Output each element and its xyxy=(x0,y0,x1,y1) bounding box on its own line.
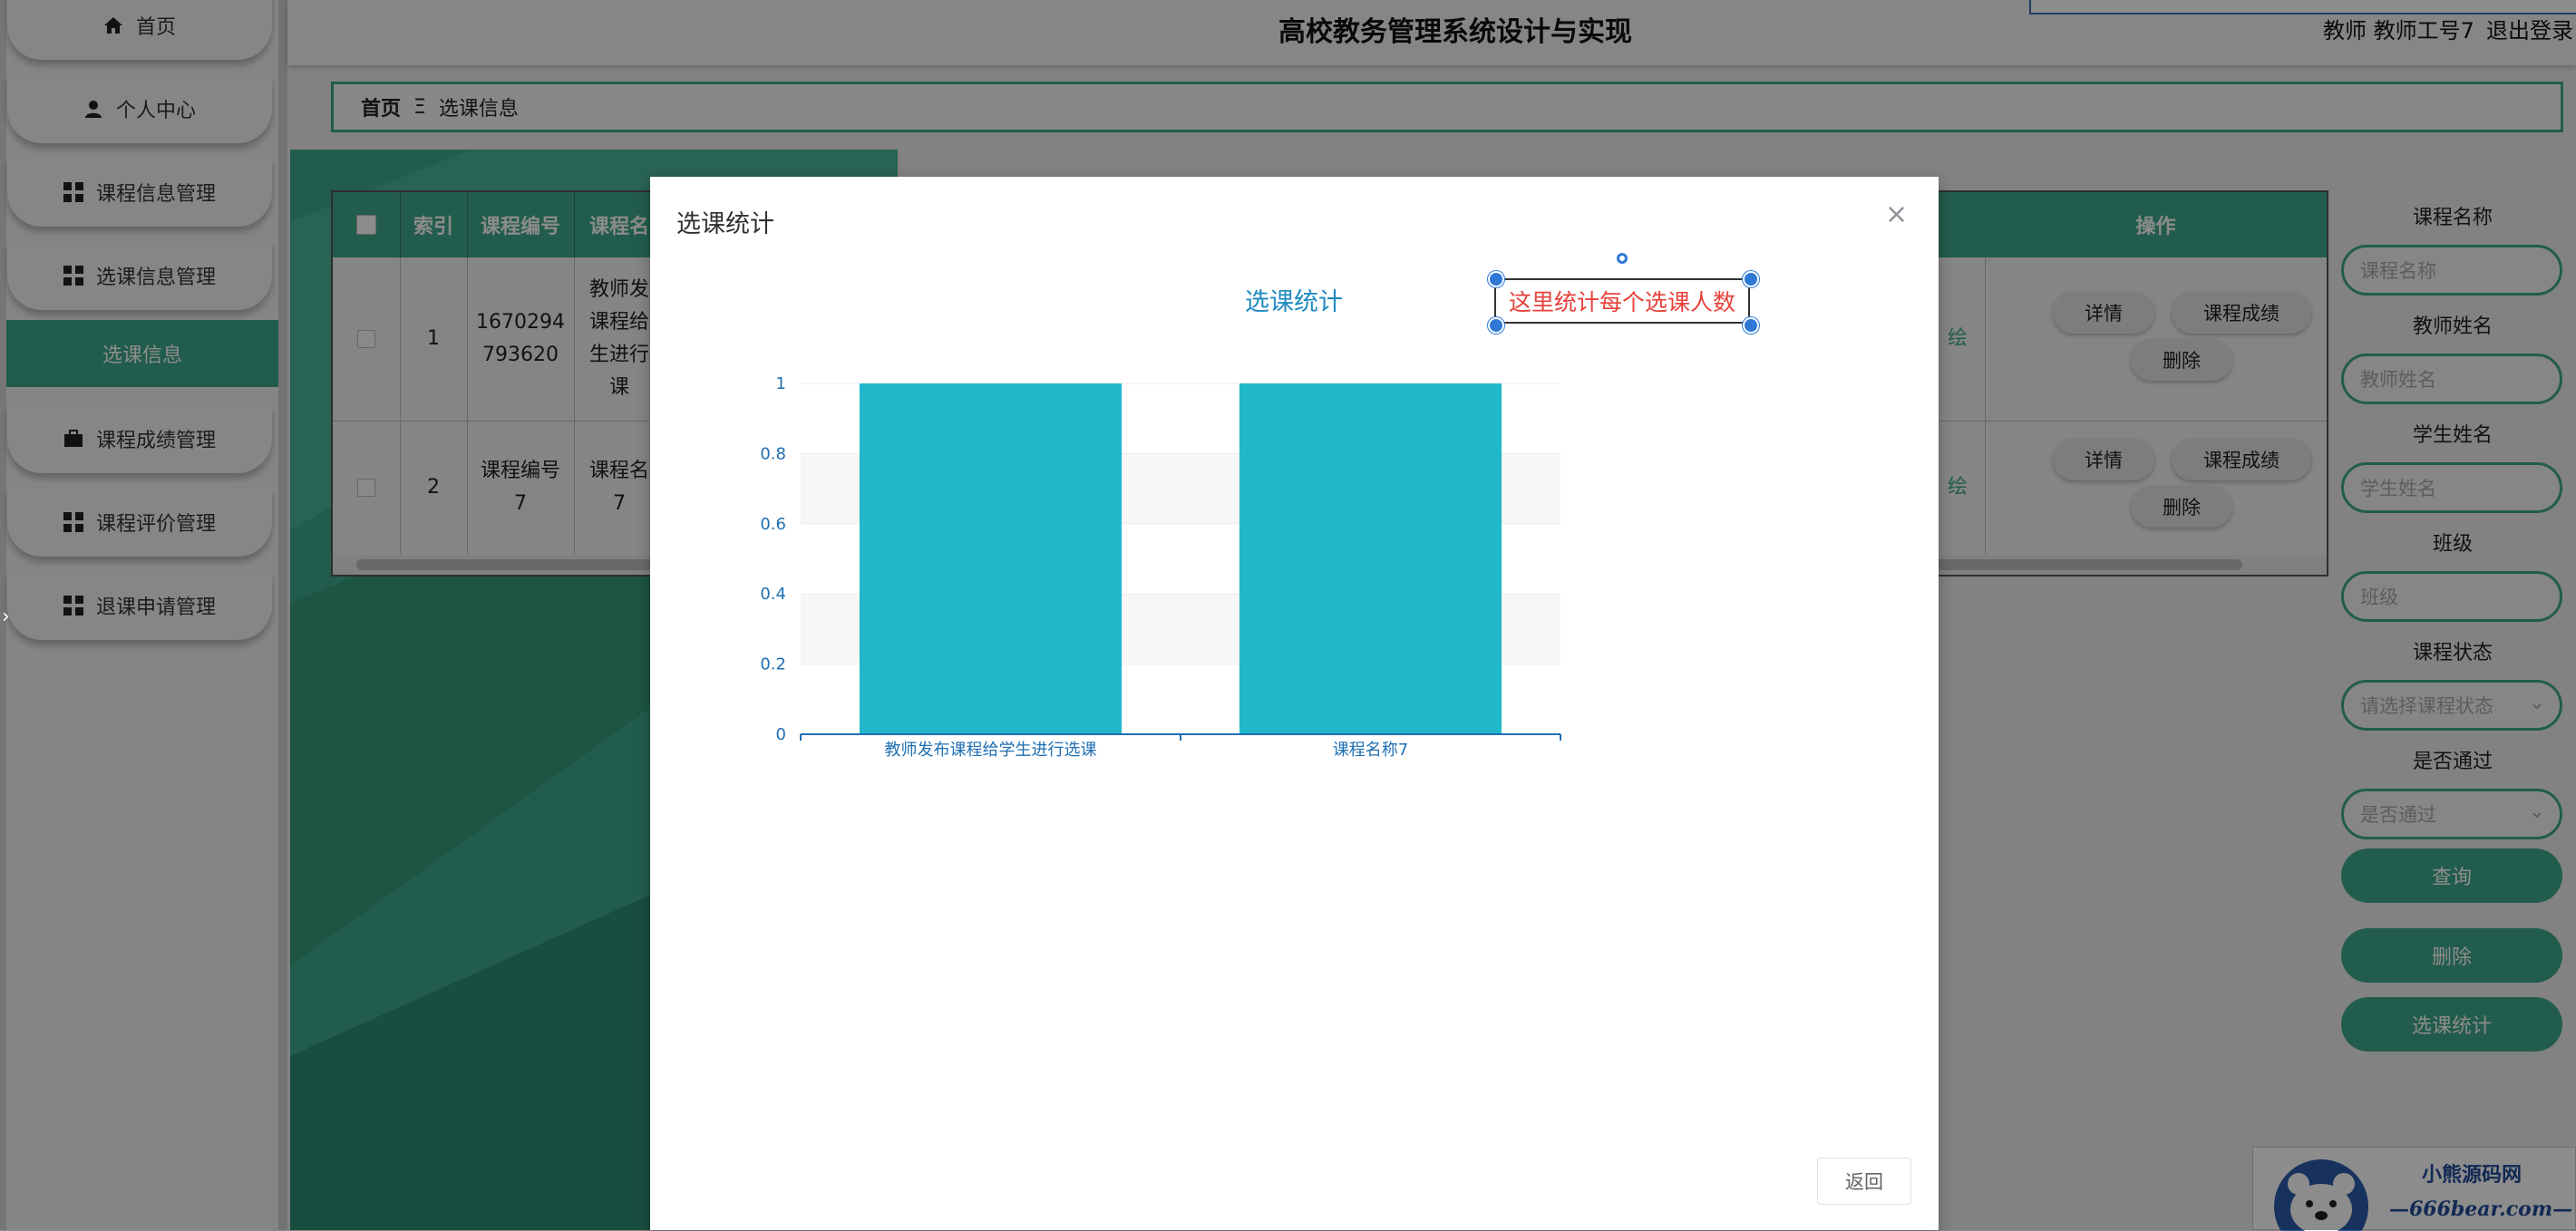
return-button[interactable]: 返回 xyxy=(1817,1158,1911,1205)
stats-dialog: 选课统计 × 0 0.2 0.4 0.6 0.8 1 教师发布课程给学生进行选课 课程名称7 … xyxy=(650,177,1939,1230)
resize-handle-bottom-left[interactable] xyxy=(1488,317,1504,334)
chart-bars xyxy=(859,383,1502,734)
bar xyxy=(859,383,1123,734)
close-icon[interactable]: × xyxy=(1885,199,1908,230)
x-tick-label: 课程名称7 xyxy=(1333,741,1408,760)
y-tick-label: 0 xyxy=(776,725,786,744)
resize-handle-bottom-right[interactable] xyxy=(1743,317,1759,334)
y-tick-label: 0.6 xyxy=(760,515,786,534)
x-tick-label: 教师发布课程给学生进行选课 xyxy=(885,741,1097,760)
y-tick-label: 1 xyxy=(776,374,786,393)
enrollment-bar-chart: 0 0.2 0.4 0.6 0.8 1 教师发布课程给学生进行选课 课程名称7 选课统计 xyxy=(760,288,1561,760)
resize-handle-top-left[interactable] xyxy=(1488,271,1504,287)
y-tick-label: 0.4 xyxy=(760,585,786,604)
y-tick-label: 0.2 xyxy=(760,655,786,674)
y-tick-label: 0.8 xyxy=(760,444,786,463)
chart-title: 选课统计 xyxy=(1245,288,1343,316)
bar xyxy=(1239,383,1502,734)
rotate-handle[interactable] xyxy=(1617,253,1628,264)
chevron-right-icon: › xyxy=(2,606,10,628)
resize-handle-top-right[interactable] xyxy=(1743,271,1759,287)
annotation-textbox[interactable]: 这里统计每个选课人数 xyxy=(1494,278,1750,324)
